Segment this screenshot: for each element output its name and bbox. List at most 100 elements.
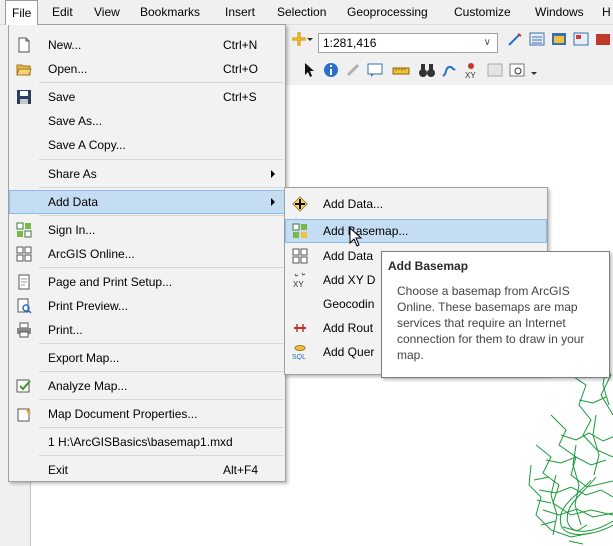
time-slider-icon[interactable] (486, 61, 504, 79)
menu-help[interactable]: H (602, 0, 611, 24)
new-document-icon (16, 37, 32, 53)
mouse-cursor-icon (349, 226, 363, 250)
menu-item-exit[interactable]: Exit Alt+F4 (9, 458, 285, 482)
map-scale-value: 1:281,416 (323, 36, 377, 50)
menu-item-label: ArcGIS Online... (48, 247, 135, 261)
menu-selection[interactable]: Selection (277, 0, 326, 24)
menu-item-recent-file[interactable]: 1 H:\ArcGISBasics\basemap1.mxd (9, 430, 285, 454)
menu-item-label: Share As (48, 167, 97, 181)
menu-view[interactable]: View (94, 0, 120, 24)
menu-item-save[interactable]: Save Ctrl+S (9, 85, 285, 109)
print-preview-icon (16, 298, 32, 314)
menu-customize[interactable]: Customize (454, 0, 511, 24)
menu-separator (39, 215, 283, 216)
hyperlink-icon[interactable] (344, 61, 362, 79)
menu-item-open[interactable]: Open... Ctrl+O (9, 57, 285, 81)
menu-separator (39, 187, 283, 188)
menu-item-sign-in[interactable]: Sign In... (9, 218, 285, 242)
svg-text:XY: XY (465, 71, 476, 79)
menu-item-label: Add Data (48, 195, 99, 209)
menu-item-label: Sign In... (48, 223, 96, 237)
menu-separator (39, 427, 283, 428)
search-window-icon[interactable] (572, 30, 590, 48)
menu-item-print[interactable]: Print... (9, 318, 285, 342)
arcgis-online-grid-icon (16, 246, 32, 262)
menu-separator (39, 343, 283, 344)
measure-icon[interactable] (392, 61, 410, 79)
menu-item-label: 1 H:\ArcGISBasics\basemap1.mxd (48, 435, 233, 449)
menu-insert[interactable]: Insert (225, 0, 255, 24)
menu-item-map-document-properties[interactable]: Map Document Properties... (9, 402, 285, 426)
find-route-icon[interactable] (440, 61, 458, 79)
tooltip-title: Add Basemap (388, 259, 469, 273)
menu-item-analyze-map[interactable]: Analyze Map... (9, 374, 285, 398)
add-data-plus-icon (292, 196, 308, 212)
menu-file[interactable]: File (5, 0, 38, 25)
menu-item-add-data[interactable]: Add Data (9, 190, 285, 214)
html-popup-icon[interactable] (366, 61, 384, 79)
menu-item-new[interactable]: New... Ctrl+N (9, 33, 285, 57)
menu-item-label: Map Document Properties... (48, 407, 198, 421)
menu-separator (39, 371, 283, 372)
basemap-grid-icon (292, 223, 308, 239)
menu-item-label: Print Preview... (48, 299, 129, 313)
menu-item-label: New... (48, 38, 82, 52)
submenu-item-add-basemap[interactable]: Add Basemap... (285, 219, 547, 243)
menu-item-save-as[interactable]: Save As... (9, 109, 285, 133)
catalog-window-icon[interactable] (550, 30, 568, 48)
go-to-xy-icon[interactable]: XY (462, 61, 480, 80)
add-data-grid-icon (292, 248, 308, 264)
submenu-item-label: Add Basemap... (323, 224, 409, 238)
menu-separator (39, 267, 283, 268)
editor-toolbar-icon[interactable] (506, 30, 524, 48)
menu-edit[interactable]: Edit (52, 0, 73, 24)
page-setup-icon (16, 274, 32, 290)
submenu-arrow-icon (271, 170, 275, 178)
xy-data-icon: XY (292, 272, 308, 289)
select-elements-icon[interactable] (300, 61, 318, 79)
menu-item-share-as[interactable]: Share As (9, 162, 285, 186)
submenu-arrow-icon (271, 198, 275, 206)
menu-item-page-print-setup[interactable]: Page and Print Setup... (9, 270, 285, 294)
analyze-map-icon (16, 378, 32, 394)
menu-bar: File Edit View Bookmarks Insert Selectio… (0, 0, 613, 25)
submenu-item-add-data[interactable]: Add Data... (285, 192, 547, 216)
identify-icon[interactable] (322, 61, 340, 79)
menu-item-label: Page and Print Setup... (48, 275, 173, 289)
menu-windows[interactable]: Windows (535, 0, 584, 24)
submenu-item-label: Add Data... (323, 197, 384, 211)
save-disk-icon (16, 89, 32, 105)
sql-query-icon: SQL (292, 344, 308, 361)
chevron-down-icon[interactable]: ∨ (484, 34, 491, 52)
menu-item-label: Export Map... (48, 351, 120, 365)
map-scale-input[interactable]: 1:281,416 ∨ (318, 33, 498, 53)
menu-item-print-preview[interactable]: Print Preview... (9, 294, 285, 318)
menu-item-arcgis-online[interactable]: ArcGIS Online... (9, 242, 285, 266)
menu-item-save-a-copy[interactable]: Save A Copy... (9, 133, 285, 157)
menu-item-export-map[interactable]: Export Map... (9, 346, 285, 370)
add-basemap-tooltip: Add Basemap Choose a basemap from ArcGIS… (381, 251, 610, 378)
menu-item-label: Save (48, 90, 76, 104)
menu-item-label: Save A Copy... (48, 138, 126, 152)
route-icon (292, 320, 308, 336)
menu-item-shortcut: Alt+F4 (223, 463, 259, 477)
toolbar-overflow-icon[interactable] (530, 61, 538, 79)
menu-separator (39, 82, 283, 83)
menu-item-label: Print... (48, 323, 83, 337)
open-folder-icon (16, 61, 32, 77)
menu-item-label: Exit (48, 463, 69, 477)
menu-geoprocessing[interactable]: Geoprocessing (347, 0, 428, 24)
add-data-dropdown-icon[interactable] (306, 30, 314, 48)
menu-item-label: Save As... (48, 114, 103, 128)
menu-bookmarks[interactable]: Bookmarks (140, 0, 200, 24)
submenu-item-label: Add Quer (323, 345, 375, 359)
arctoolbox-icon[interactable] (594, 30, 612, 48)
create-viewer-window-icon[interactable] (508, 61, 526, 79)
svg-text:SQL: SQL (292, 354, 306, 360)
find-binoculars-icon[interactable] (418, 61, 436, 79)
submenu-item-label: Add XY D (323, 273, 376, 287)
submenu-item-label: Geocodin (323, 297, 375, 311)
submenu-item-label: Add Rout (323, 321, 374, 335)
table-of-contents-icon[interactable] (528, 30, 546, 48)
menu-separator (39, 159, 283, 160)
